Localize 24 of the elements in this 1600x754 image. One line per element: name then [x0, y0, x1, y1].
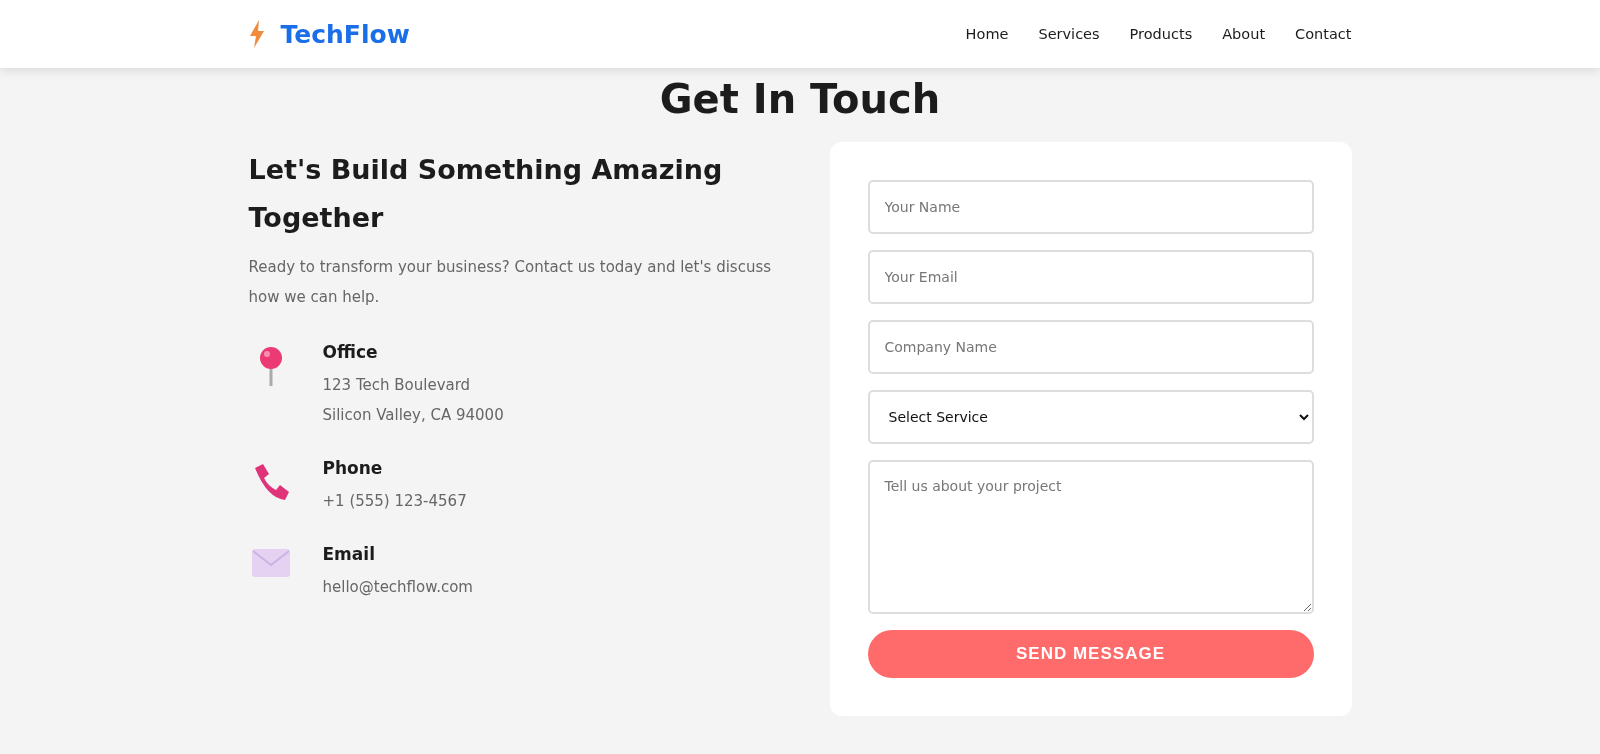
nav-link[interactable]: Products — [1129, 26, 1193, 42]
contact-label: Phone — [322, 458, 384, 478]
contact-detail: 123 Tech Boulevard — [322, 375, 472, 396]
intro-text: Ready to transform your business? Contact us today and let's discuss how we can help. — [248, 257, 773, 308]
contact-label: Email — [322, 544, 376, 564]
contact-detail: +1 (555) 123-4567 — [322, 491, 467, 512]
lightning-icon — [248, 20, 265, 48]
text-field[interactable]: Your Email — [867, 250, 1314, 304]
nav-link[interactable]: Contact — [1295, 26, 1352, 42]
message-field[interactable]: Tell us about your project — [867, 460, 1314, 614]
nav-link[interactable]: Home — [965, 26, 1009, 42]
contact-label: Office — [322, 342, 379, 362]
envelope-icon — [250, 548, 291, 578]
pushpin-icon — [257, 346, 284, 386]
logo-text[interactable]: TechFlow — [280, 19, 410, 49]
text-field[interactable]: Your Name — [867, 180, 1314, 234]
contact-detail: Silicon Valley, CA 94000 — [322, 405, 504, 426]
service-select[interactable]: Select Service — [867, 390, 1314, 444]
contact-detail: hello@techflow.com — [322, 577, 473, 598]
section-heading: Let's Build Something Amazing Together — [248, 153, 724, 235]
nav-link[interactable]: Services — [1038, 26, 1100, 42]
nav-link[interactable]: About — [1222, 26, 1266, 42]
page-title: Get In Touch — [658, 75, 942, 124]
text-field[interactable]: Company Name — [867, 320, 1314, 374]
